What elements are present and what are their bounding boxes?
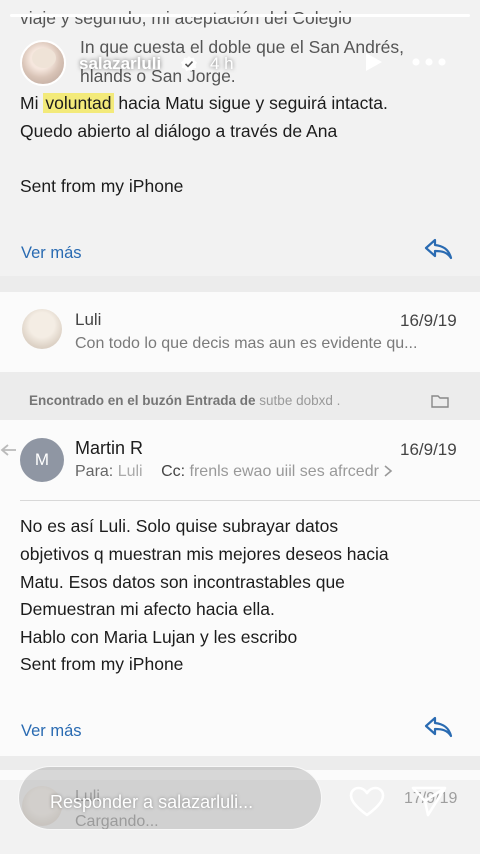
reply-placeholder: Responder a salazarluli... [50, 792, 254, 812]
email-word: Mi [20, 93, 39, 113]
email-signature: Sent from my iPhone [20, 654, 184, 674]
found-in-garbled: sutbe dobxd . [259, 393, 341, 408]
story-progress-bar [10, 14, 470, 17]
email-signature: Sent from my iPhone [20, 176, 184, 196]
chevron-right-icon[interactable] [383, 465, 393, 477]
reply-icon[interactable] [423, 237, 453, 261]
email-line-voluntad: Mi voluntad hacia Matu sigue y seguirá i… [20, 89, 388, 118]
email-line: objetivos q muestran mis mejores deseos … [20, 544, 389, 564]
separator [0, 276, 480, 292]
back-arrow-icon[interactable] [0, 443, 18, 457]
folder-icon[interactable] [431, 394, 449, 408]
play-icon[interactable] [362, 51, 384, 73]
cc-label: Cc: [161, 463, 186, 480]
verified-icon [181, 56, 197, 72]
story-time: 4 h [210, 54, 234, 73]
email-line: Quedo abierto al diálogo a través de Ana [20, 121, 338, 141]
to-label: Para: [75, 463, 114, 480]
sender-name: Martin R [75, 438, 144, 458]
email-date: 16/9/19 [400, 440, 457, 459]
reply-icon[interactable] [423, 715, 453, 739]
email-word: hacia Matu sigue y seguirá intacta. [118, 93, 388, 113]
heart-icon[interactable] [349, 786, 385, 818]
highlighted-word: voluntad [43, 93, 114, 113]
send-icon[interactable] [410, 782, 448, 820]
found-in-mailbox: Encontrado en el buzón Entrada de sutbe … [29, 393, 340, 408]
avatar [22, 309, 62, 349]
email-line: No es así Luli. Solo quise subrayar dato… [20, 516, 339, 536]
story-viewer[interactable]: viaje y segundo, mi aceptación del Coleg… [0, 0, 480, 854]
story-username[interactable]: salazarluli [79, 54, 161, 74]
ver-mas-link[interactable]: Ver más [21, 722, 82, 741]
message-preview: Con todo lo que decis mas aun es evident… [75, 335, 418, 352]
avatar-initial: M [20, 438, 64, 482]
email-line: Matu. Esos datos son incontrastables que [20, 572, 345, 592]
message-card-luli[interactable]: Luli 16/9/19 Con todo lo que decis mas a… [0, 292, 480, 372]
found-in-text: Encontrado en el buzón Entrada de [29, 393, 256, 408]
story-progress-fill [10, 14, 470, 17]
cc-value: frenls ewao uiil ses afrcedr [189, 463, 379, 480]
ver-mas-link[interactable]: Ver más [21, 244, 82, 263]
email-line: viaje y segundo, mi aceptación del Coleg… [20, 8, 352, 28]
sender-name: Luli [75, 310, 102, 329]
more-icon[interactable] [412, 58, 446, 66]
email-line: Hablo con Maria Lujan y les escribo [20, 627, 298, 647]
message-date: 16/9/19 [400, 311, 457, 330]
avatar[interactable] [20, 40, 66, 86]
to-value: Luli [117, 463, 143, 480]
recipients-line[interactable]: Para: Luli Cc: frenls ewao uiil ses afrc… [75, 463, 393, 481]
header-divider [20, 500, 480, 501]
email-line: Demuestran mi afecto hacia ella. [20, 599, 275, 619]
